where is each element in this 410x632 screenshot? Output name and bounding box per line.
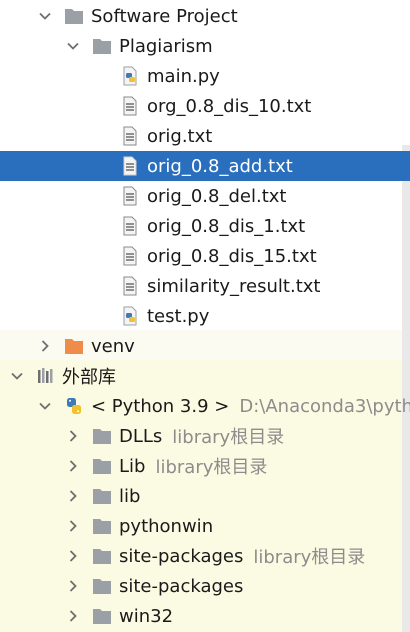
file-item[interactable]: org_0.8_dis_10.txt xyxy=(0,91,410,121)
text-file-icon xyxy=(120,156,140,176)
chevron-down-icon[interactable] xyxy=(38,399,52,413)
folder-icon xyxy=(92,576,112,596)
file-label: orig_0.8_add.txt xyxy=(147,155,293,177)
tree-node-label: lib xyxy=(119,485,141,507)
python-icon xyxy=(64,396,84,416)
folder-icon xyxy=(64,6,84,26)
file-label: orig_0.8_dis_15.txt xyxy=(147,245,317,267)
tree-node-label: Software Project xyxy=(91,5,238,27)
chevron-down-icon[interactable] xyxy=(10,369,24,383)
text-file-icon xyxy=(120,276,140,296)
chevron-right-icon[interactable] xyxy=(66,459,80,473)
file-label: orig.txt xyxy=(147,125,213,147)
file-item[interactable]: main.py xyxy=(0,61,410,91)
folder-icon xyxy=(92,36,112,56)
chevron-right-icon[interactable] xyxy=(66,579,80,593)
chevron-right-icon[interactable] xyxy=(38,339,52,353)
file-item[interactable]: orig_0.8_dis_1.txt xyxy=(0,211,410,241)
folder-icon xyxy=(92,456,112,476)
file-label: main.py xyxy=(147,65,220,87)
file-item-selected[interactable]: orig_0.8_add.txt xyxy=(0,151,410,181)
tree-node-python-sdk[interactable]: < Python 3.9 > D:\Anaconda3\pytho xyxy=(0,391,410,421)
file-label: orig_0.8_del.txt xyxy=(147,185,287,207)
file-item[interactable]: similarity_result.txt xyxy=(0,271,410,301)
library-root-hint: library根目录 xyxy=(155,457,268,478)
file-label: similarity_result.txt xyxy=(147,275,321,297)
tree-node-label: site-packages xyxy=(119,545,244,567)
chevron-right-icon[interactable] xyxy=(66,519,80,533)
file-item[interactable]: test.py xyxy=(0,301,410,331)
tree-node-folder[interactable]: Plagiarism xyxy=(0,31,410,61)
file-item[interactable]: orig_0.8_del.txt xyxy=(0,181,410,211)
folder-icon xyxy=(92,606,112,626)
tree-node-label: win32 xyxy=(119,605,174,627)
chevron-down-icon[interactable] xyxy=(38,9,52,23)
chevron-right-icon[interactable] xyxy=(66,609,80,623)
folder-icon xyxy=(92,546,112,566)
folder-icon xyxy=(92,426,112,446)
python-file-icon xyxy=(120,66,140,86)
text-file-icon xyxy=(120,186,140,206)
python-file-icon xyxy=(120,306,140,326)
tree-node-label: venv xyxy=(91,335,135,357)
tree-node-lib[interactable]: lib xyxy=(0,481,410,511)
python-path: D:\Anaconda3\pytho xyxy=(239,395,410,417)
file-label: orig_0.8_dis_1.txt xyxy=(147,215,306,237)
tree-node-label: < Python 3.9 > xyxy=(91,395,230,417)
chevron-right-icon[interactable] xyxy=(66,549,80,563)
text-file-icon xyxy=(120,246,140,266)
library-root-hint: library根目录 xyxy=(253,547,366,568)
chevron-right-icon[interactable] xyxy=(66,429,80,443)
folder-icon xyxy=(92,486,112,506)
tree-node-lib[interactable]: site-packages xyxy=(0,571,410,601)
library-icon xyxy=(36,366,56,386)
file-item[interactable]: orig.txt xyxy=(0,121,410,151)
tree-node-lib[interactable]: Lib library根目录 xyxy=(0,451,410,481)
tree-node-label: site-packages xyxy=(119,575,244,597)
tree-node-label: DLLs xyxy=(119,425,163,447)
tree-node-venv[interactable]: venv xyxy=(0,331,410,361)
folder-icon xyxy=(92,516,112,536)
text-file-icon xyxy=(120,216,140,236)
tree-node-label: Lib xyxy=(119,455,146,477)
chevron-down-icon[interactable] xyxy=(66,39,80,53)
file-label: org_0.8_dis_10.txt xyxy=(147,95,312,117)
tree-node-label: 外部库 xyxy=(62,367,116,388)
tree-node-lib[interactable]: DLLs library根目录 xyxy=(0,421,410,451)
tree-node-label: pythonwin xyxy=(119,515,214,537)
tree-node-external-libraries[interactable]: 外部库 xyxy=(0,361,410,391)
tree-node-label: Plagiarism xyxy=(119,35,213,57)
folder-icon xyxy=(64,336,84,356)
text-file-icon xyxy=(120,96,140,116)
tree-node-lib[interactable]: site-packages library根目录 xyxy=(0,541,410,571)
file-item[interactable]: orig_0.8_dis_15.txt xyxy=(0,241,410,271)
tree-node-lib[interactable]: pythonwin xyxy=(0,511,410,541)
library-root-hint: library根目录 xyxy=(172,427,285,448)
text-file-icon xyxy=(120,126,140,146)
tree-node-project[interactable]: Software Project xyxy=(0,1,410,31)
chevron-right-icon[interactable] xyxy=(66,489,80,503)
file-label: test.py xyxy=(147,305,210,327)
tree-node-lib[interactable]: win32 xyxy=(0,601,410,631)
